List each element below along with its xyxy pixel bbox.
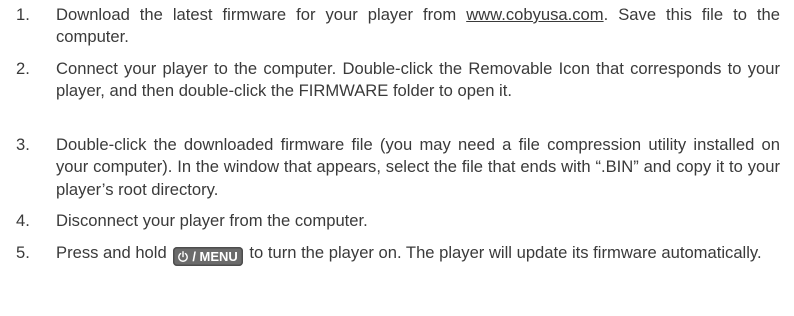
power-menu-button: / MENU — [173, 247, 243, 266]
step-text: Connect your player to the computer. Dou… — [56, 59, 780, 101]
step-number: 4. — [16, 211, 30, 230]
step-number: 5. — [16, 243, 30, 262]
step-text: Double-click the downloaded firmware fil… — [56, 135, 780, 199]
step-text: Press and hold / MENU to turn the player… — [56, 243, 762, 266]
menu-button-label: / MENU — [192, 249, 238, 264]
step-text: Download the latest firmware for your pl… — [56, 5, 780, 47]
power-icon — [178, 251, 189, 262]
step-text: Disconnect your player from the computer… — [56, 211, 368, 230]
step-number: 2. — [16, 59, 30, 78]
cobyusa-link[interactable]: www.cobyusa.com — [466, 5, 603, 24]
step-number: 3. — [16, 135, 30, 154]
step-number: 1. — [16, 5, 30, 24]
